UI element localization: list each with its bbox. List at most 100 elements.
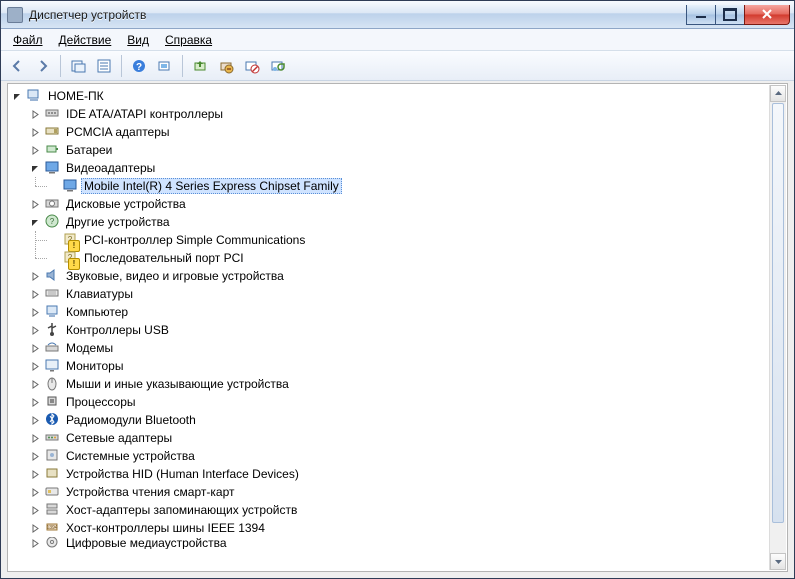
tree-item-label: Компьютер	[63, 304, 131, 320]
tree-item-label: Мыши и иные указывающие устройства	[63, 376, 292, 392]
tree-item-label: Системные устройства	[63, 448, 198, 464]
tree-item-label: IDE ATA/ATAPI контроллеры	[63, 106, 226, 122]
tree-item-label: Другие устройства	[63, 214, 173, 230]
vertical-scrollbar[interactable]	[769, 85, 786, 570]
expander-icon[interactable]	[27, 304, 43, 320]
tree-category[interactable]: Контроллеры USB	[9, 321, 769, 339]
tree-item-label: Цифровые медиаустройства	[63, 537, 230, 549]
show-hidden-button[interactable]	[66, 54, 90, 78]
tree-category[interactable]: Системные устройства	[9, 447, 769, 465]
expander-icon[interactable]	[27, 358, 43, 374]
tree-category[interactable]: Устройства HID (Human Interface Devices)	[9, 465, 769, 483]
svg-text:?: ?	[136, 62, 142, 73]
minimize-button[interactable]	[686, 5, 716, 25]
expander-icon[interactable]	[27, 322, 43, 338]
forward-button[interactable]	[31, 54, 55, 78]
keyboard-icon	[43, 286, 61, 302]
tree-device[interactable]: ?PCI-контроллер Simple Communications	[9, 231, 769, 249]
tree-item-label: Хост-адаптеры запоминающих устройств	[63, 502, 300, 518]
expander-icon[interactable]	[27, 466, 43, 482]
back-button[interactable]	[5, 54, 29, 78]
tree-item-label: Хост-контроллеры шины IEEE 1394	[63, 520, 268, 536]
pcmcia-icon	[43, 124, 61, 140]
tree-category[interactable]: PCMCIA адаптеры	[9, 123, 769, 141]
expander-icon[interactable]	[27, 484, 43, 500]
expander-icon[interactable]	[27, 268, 43, 284]
scroll-track[interactable]	[770, 103, 786, 552]
uninstall-button[interactable]	[214, 54, 238, 78]
expander-icon[interactable]	[27, 502, 43, 518]
expander-icon[interactable]	[27, 340, 43, 356]
titlebar[interactable]: Диспетчер устройств	[1, 1, 794, 29]
storage-icon	[43, 502, 61, 518]
expander-icon[interactable]	[9, 88, 25, 104]
expander-icon[interactable]	[27, 142, 43, 158]
maximize-button[interactable]	[715, 5, 745, 25]
tree-category[interactable]: Цифровые медиаустройства	[9, 537, 769, 549]
tree-category[interactable]: Мыши и иные указывающие устройства	[9, 375, 769, 393]
expander-icon[interactable]	[27, 448, 43, 464]
tree-root[interactable]: HOME-ПК	[9, 87, 769, 105]
monitor-icon	[43, 358, 61, 374]
scroll-up-button[interactable]	[770, 85, 786, 102]
tree-category[interactable]: Сетевые адаптеры	[9, 429, 769, 447]
tree-item-label: Устройства чтения смарт-карт	[63, 484, 237, 500]
scroll-down-button[interactable]	[770, 553, 786, 570]
expander-icon[interactable]	[27, 430, 43, 446]
tree-category[interactable]: Звуковые, видео и игровые устройства	[9, 267, 769, 285]
update-driver-button[interactable]	[188, 54, 212, 78]
tree-category[interactable]: Устройства чтения смарт-карт	[9, 483, 769, 501]
properties-button[interactable]	[92, 54, 116, 78]
tree-category[interactable]: IDE ATA/ATAPI контроллеры	[9, 105, 769, 123]
menu-action[interactable]: Действие	[53, 31, 118, 49]
menu-file[interactable]: Файл	[7, 31, 49, 49]
scan-hardware-button[interactable]	[153, 54, 177, 78]
tree-category[interactable]: Дисковые устройства	[9, 195, 769, 213]
disable-device-button[interactable]	[240, 54, 264, 78]
device-tree[interactable]: HOME-ПКIDE ATA/ATAPI контроллерыPCMCIA а…	[9, 85, 769, 570]
expander-icon[interactable]	[27, 376, 43, 392]
expander-icon[interactable]	[27, 214, 43, 230]
tree-category[interactable]: Мониторы	[9, 357, 769, 375]
bluetooth-icon	[43, 412, 61, 428]
tree-category[interactable]: Батареи	[9, 141, 769, 159]
tree-category[interactable]: ? Другие устройства	[9, 213, 769, 231]
tree-category[interactable]: Компьютер	[9, 303, 769, 321]
svg-text:?: ?	[50, 217, 55, 226]
expander-icon[interactable]	[27, 106, 43, 122]
tree-item-label: Клавиатуры	[63, 286, 136, 302]
smartcard-icon	[43, 484, 61, 500]
tree-category[interactable]: 1394Хост-контроллеры шины IEEE 1394	[9, 519, 769, 537]
svg-text:?: ?	[68, 253, 73, 262]
help-button[interactable]: ?	[127, 54, 151, 78]
tree-category[interactable]: Клавиатуры	[9, 285, 769, 303]
menu-view[interactable]: Вид	[121, 31, 155, 49]
app-icon	[7, 7, 23, 23]
unknown-icon: ?	[61, 250, 79, 266]
expander-icon[interactable]	[27, 412, 43, 428]
expander-icon[interactable]	[27, 286, 43, 302]
tree-category[interactable]: Процессоры	[9, 393, 769, 411]
menu-help[interactable]: Справка	[159, 31, 218, 49]
add-legacy-button[interactable]	[266, 54, 290, 78]
tree-category[interactable]: Видеоадаптеры	[9, 159, 769, 177]
scroll-thumb[interactable]	[772, 103, 784, 523]
toolbar: ?	[1, 51, 794, 81]
tree-item-label: Радиомодули Bluetooth	[63, 412, 199, 428]
expander-icon[interactable]	[27, 160, 43, 176]
other-icon: ?	[43, 214, 61, 230]
expander-icon[interactable]	[27, 394, 43, 410]
tree-category[interactable]: Хост-адаптеры запоминающих устройств	[9, 501, 769, 519]
tree-item-label: Мониторы	[63, 358, 126, 374]
tree-device[interactable]: Mobile Intel(R) 4 Series Express Chipset…	[9, 177, 769, 195]
tree-category[interactable]: Модемы	[9, 339, 769, 357]
tree-device[interactable]: ?Последовательный порт PCI	[9, 249, 769, 267]
expander-icon[interactable]	[27, 520, 43, 536]
display-icon	[61, 178, 79, 194]
expander-icon[interactable]	[27, 124, 43, 140]
expander-icon[interactable]	[27, 196, 43, 212]
system-icon	[43, 448, 61, 464]
tree-category[interactable]: Радиомодули Bluetooth	[9, 411, 769, 429]
expander-icon[interactable]	[27, 537, 43, 549]
close-button[interactable]	[744, 5, 790, 25]
